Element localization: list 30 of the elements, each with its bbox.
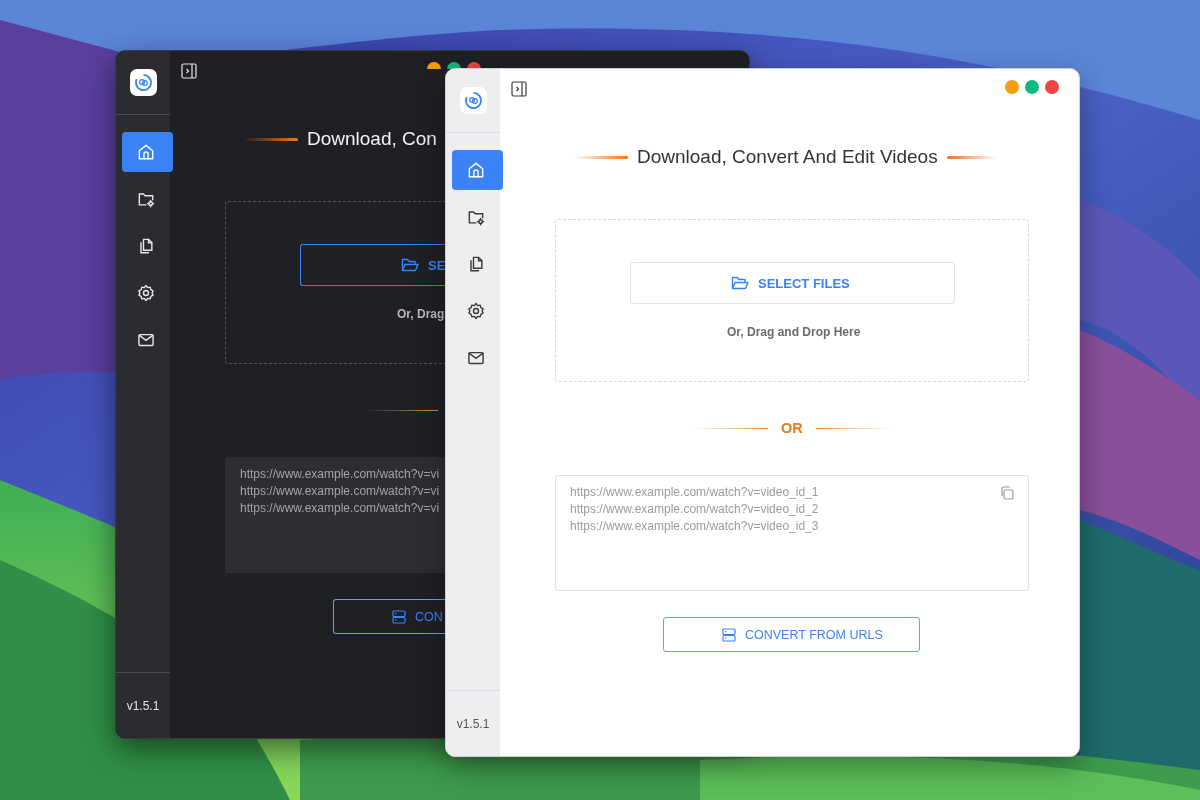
settings-icon — [135, 283, 156, 303]
window-control-dot[interactable] — [1045, 80, 1059, 94]
url-line: https://www.example.com/watch?v=video_id_1 — [570, 484, 819, 501]
server-icon — [722, 627, 736, 642]
url-line: https://www.example.com/watch?v=vi — [240, 483, 440, 500]
window-control-dot[interactable] — [1025, 80, 1039, 94]
select-files-button[interactable]: SELECT FILES — [630, 262, 955, 304]
app-logo — [459, 87, 487, 114]
folder-icon — [731, 275, 749, 291]
page-heading: Download, Convert And Edit Videos — [637, 146, 938, 168]
url-line: https://www.example.com/watch?v=vi — [240, 500, 440, 517]
convert-from-urls-button[interactable]: CONVERT FROM URLS — [663, 617, 920, 652]
page-heading: Download, Con — [307, 128, 437, 150]
url-line: https://www.example.com/watch?v=vi — [240, 466, 440, 483]
drop-zone[interactable]: SELECT FILES Or, Drag and Drop Here — [555, 219, 1029, 382]
sidebar-toggle-icon[interactable] — [511, 81, 527, 97]
version-label: v1.5.1 — [126, 698, 160, 713]
or-label: OR — [781, 420, 803, 436]
version-label: v1.5.1 — [456, 716, 490, 731]
drop-hint: Or, Drag and Drop Here — [727, 325, 861, 339]
url-line: https://www.example.com/watch?v=video_id_3 — [570, 518, 819, 535]
url-input-field[interactable]: https://www.example.com/watch?v=video_id_1 https://www.example.com/watch?v=video_id_2 https://www.example.com/watch?v=video_id_3 — [555, 475, 1029, 591]
app-logo — [129, 69, 157, 96]
folder-icon — [401, 257, 419, 273]
server-icon — [392, 609, 406, 624]
drop-hint: Or, Drag — [397, 307, 445, 321]
settings-icon — [465, 301, 486, 321]
window-control-dot[interactable] — [1005, 80, 1019, 94]
url-line: https://www.example.com/watch?v=video_id_2 — [570, 501, 819, 518]
url-input-field[interactable]: https://www.example.com/watch?v=vi https://www.example.com/watch?v=vi https://www.example.com/watch?v=vi — [225, 457, 446, 573]
